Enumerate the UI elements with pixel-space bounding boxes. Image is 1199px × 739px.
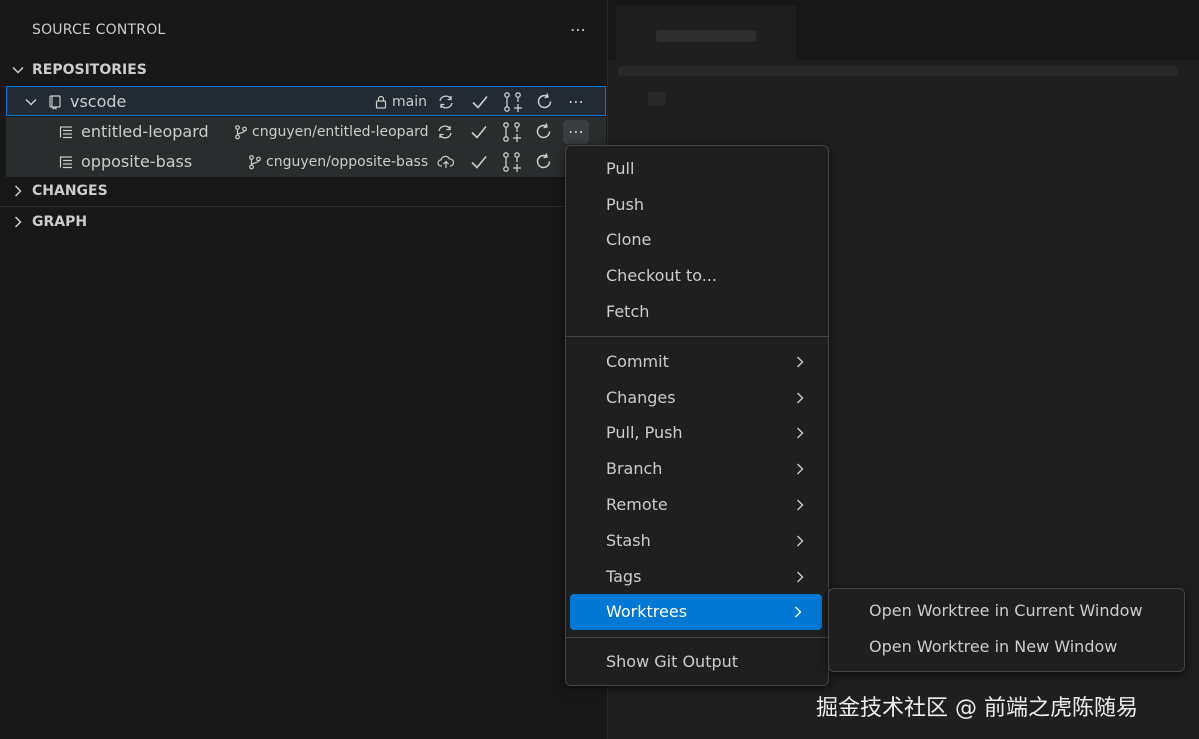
watermark: 掘金技术社区 @ 前端之虎陈随易 <box>816 696 1138 721</box>
chevron-down-icon <box>10 62 26 78</box>
menu-item-label: Remote <box>606 495 668 514</box>
check-icon[interactable] <box>469 152 489 172</box>
menu-item-branch[interactable]: Branch <box>570 452 824 486</box>
section-label: REPOSITORIES <box>32 62 147 78</box>
menu-item-remote[interactable]: Remote <box>570 488 824 522</box>
sidebar-title: SOURCE CONTROL <box>32 22 166 38</box>
check-icon[interactable] <box>469 122 489 142</box>
git-branch-icon <box>233 124 249 140</box>
chevron-right-icon <box>792 533 808 549</box>
section-label: GRAPH <box>32 214 88 230</box>
branch-label[interactable]: cnguyen/entitled-leopard <box>252 117 429 147</box>
menu-item-label: Clone <box>606 230 652 249</box>
menu-separator <box>566 637 828 638</box>
git-branch-icon <box>247 154 263 170</box>
section-repositories[interactable]: REPOSITORIES <box>0 55 607 85</box>
menu-item-stash[interactable]: Stash <box>570 524 824 558</box>
context-menu: Pull Push Clone Checkout to... Fetch Com… <box>565 145 829 686</box>
refresh-icon[interactable] <box>535 92 555 112</box>
menu-item-open-worktree-new-window[interactable]: Open Worktree in New Window <box>833 630 1180 664</box>
chevron-right-icon <box>10 183 26 199</box>
branch-label[interactable]: main <box>392 87 427 117</box>
menu-item-label: Checkout to... <box>606 266 717 285</box>
menu-item-label: Pull, Push <box>606 423 683 442</box>
menu-item-clone[interactable]: Clone <box>570 223 824 257</box>
menu-item-changes[interactable]: Changes <box>570 381 824 415</box>
menu-item-label: Changes <box>606 388 676 407</box>
chevron-right-icon <box>792 354 808 370</box>
menu-item-label: Show Git Output <box>606 652 739 671</box>
chevron-right-icon <box>792 569 808 585</box>
more-actions-icon[interactable]: ⋯ <box>563 120 589 144</box>
menu-item-checkout[interactable]: Checkout to... <box>570 259 824 293</box>
section-graph[interactable]: GRAPH <box>0 207 607 237</box>
repo-icon <box>47 94 63 110</box>
menu-item-fetch[interactable]: Fetch <box>570 295 824 329</box>
more-actions-icon[interactable]: ⋯ <box>566 18 590 42</box>
menu-item-pull-push[interactable]: Pull, Push <box>570 416 824 450</box>
check-icon[interactable] <box>470 92 490 112</box>
chevron-right-icon <box>792 425 808 441</box>
worktree-row-entitled-leopard[interactable]: entitled-leopard cnguyen/entitled-leopar… <box>6 117 606 147</box>
menu-item-label: Pull <box>606 159 635 178</box>
blurred-breadcrumb <box>618 66 1178 76</box>
worktree-row-opposite-bass[interactable]: opposite-bass cnguyen/opposite-bass <box>6 147 606 177</box>
menu-item-label: Branch <box>606 459 663 478</box>
menu-item-commit[interactable]: Commit <box>570 345 824 379</box>
refresh-icon[interactable] <box>534 152 554 172</box>
menu-item-label: Commit <box>606 352 669 371</box>
menu-item-label: Open Worktree in Current Window <box>869 601 1143 620</box>
menu-item-label: Stash <box>606 531 651 550</box>
refresh-icon[interactable] <box>534 122 554 142</box>
source-control-sidebar: SOURCE CONTROL ⋯ REPOSITORIES vscode mai… <box>0 0 608 739</box>
menu-item-pull[interactable]: Pull <box>570 152 824 186</box>
repo-name: vscode <box>70 92 127 111</box>
chevron-right-icon <box>792 497 808 513</box>
section-changes[interactable]: CHANGES <box>0 176 607 206</box>
pull-request-create-icon[interactable] <box>501 151 523 173</box>
sidebar-title-bar: SOURCE CONTROL ⋯ <box>0 0 607 60</box>
section-label: CHANGES <box>32 183 108 199</box>
menu-item-open-worktree-current-window[interactable]: Open Worktree in Current Window <box>833 594 1180 628</box>
chevron-right-icon <box>792 390 808 406</box>
blurred-content <box>648 92 666 106</box>
menu-item-show-git-output[interactable]: Show Git Output <box>570 645 824 679</box>
chevron-right-icon <box>790 604 806 620</box>
editor-tab[interactable] <box>616 6 796 60</box>
editor-tab-bar <box>608 0 1199 60</box>
sync-icon[interactable] <box>436 124 454 140</box>
worktrees-submenu: Open Worktree in Current Window Open Wor… <box>828 588 1185 672</box>
branch-label[interactable]: cnguyen/opposite-bass <box>266 147 428 177</box>
pull-request-create-icon[interactable] <box>502 91 524 113</box>
chevron-right-icon <box>10 214 26 230</box>
menu-separator <box>566 336 828 337</box>
menu-item-label: Worktrees <box>606 602 688 621</box>
sync-icon[interactable] <box>437 94 455 110</box>
menu-item-label: Tags <box>606 567 642 586</box>
menu-item-worktrees[interactable]: Worktrees <box>570 594 822 630</box>
blurred-tab-title <box>656 30 756 42</box>
repo-row-vscode[interactable]: vscode main ⋯ <box>6 86 606 116</box>
lock-icon <box>373 94 389 110</box>
cloud-upload-icon[interactable] <box>437 154 455 170</box>
chevron-right-icon <box>792 461 808 477</box>
list-tree-icon <box>58 154 74 170</box>
pull-request-create-icon[interactable] <box>501 121 523 143</box>
menu-item-label: Push <box>606 195 644 214</box>
menu-item-tags[interactable]: Tags <box>570 560 824 594</box>
menu-item-label: Fetch <box>606 302 650 321</box>
list-tree-icon <box>58 124 74 140</box>
chevron-down-icon[interactable] <box>23 94 39 110</box>
more-actions-icon[interactable]: ⋯ <box>568 87 584 117</box>
worktree-name: opposite-bass <box>81 152 193 171</box>
worktree-name: entitled-leopard <box>81 122 209 141</box>
menu-item-label: Open Worktree in New Window <box>869 637 1118 656</box>
menu-item-push[interactable]: Push <box>570 188 824 222</box>
